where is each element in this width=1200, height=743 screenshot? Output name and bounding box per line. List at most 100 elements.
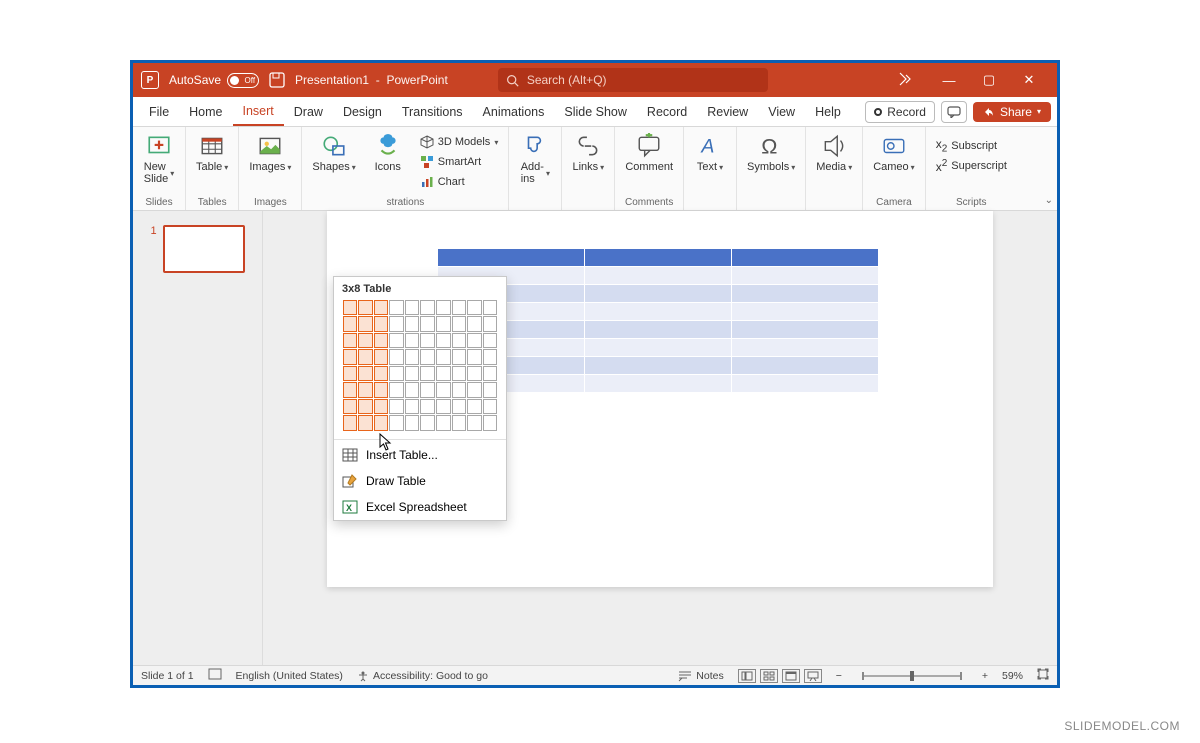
grid-cell[interactable]: [374, 300, 389, 316]
grid-cell[interactable]: [467, 399, 482, 415]
grid-cell[interactable]: [483, 300, 498, 316]
grid-cell[interactable]: [358, 349, 373, 365]
record-button[interactable]: Record: [865, 101, 935, 123]
grid-cell[interactable]: [343, 349, 358, 365]
grid-cell[interactable]: [389, 415, 404, 431]
grid-cell[interactable]: [467, 349, 482, 365]
tab-view[interactable]: View: [758, 99, 805, 125]
grid-cell[interactable]: [374, 399, 389, 415]
shapes-button[interactable]: Shapes▾: [308, 131, 359, 175]
language-indicator[interactable]: English (United States): [236, 670, 343, 682]
grid-cell[interactable]: [420, 366, 435, 382]
grid-cell[interactable]: [483, 382, 498, 398]
grid-cell[interactable]: [436, 382, 451, 398]
grid-cell[interactable]: [389, 300, 404, 316]
grid-cell[interactable]: [467, 333, 482, 349]
grid-cell[interactable]: [483, 366, 498, 382]
grid-cell[interactable]: [483, 316, 498, 332]
tab-record[interactable]: Record: [637, 99, 697, 125]
collapse-ribbon-button[interactable]: ⌄: [1045, 195, 1053, 206]
grid-cell[interactable]: [452, 349, 467, 365]
grid-cell[interactable]: [405, 333, 420, 349]
tab-insert[interactable]: Insert: [233, 98, 284, 126]
grid-cell[interactable]: [405, 349, 420, 365]
search-input[interactable]: Search (Alt+Q): [498, 68, 768, 92]
table-button[interactable]: Table▾: [192, 131, 232, 175]
grid-cell[interactable]: [467, 316, 482, 332]
grid-cell[interactable]: [343, 300, 358, 316]
grid-cell[interactable]: [358, 300, 373, 316]
save-icon[interactable]: [269, 72, 285, 88]
grid-cell[interactable]: [467, 415, 482, 431]
tab-animations[interactable]: Animations: [473, 99, 555, 125]
grid-cell[interactable]: [452, 300, 467, 316]
grid-cell[interactable]: [374, 382, 389, 398]
normal-view-button[interactable]: [738, 669, 756, 683]
maximize-button[interactable]: ▢: [969, 66, 1009, 94]
slideshow-view-button[interactable]: [804, 669, 822, 683]
new-slide-button[interactable]: New Slide▾: [139, 131, 179, 187]
grid-cell[interactable]: [436, 333, 451, 349]
grid-cell[interactable]: [343, 333, 358, 349]
grid-cell[interactable]: [467, 300, 482, 316]
grid-cell[interactable]: [405, 399, 420, 415]
cameo-button[interactable]: Cameo▾: [869, 131, 918, 175]
icons-button[interactable]: Icons: [368, 131, 408, 175]
zoom-level[interactable]: 59%: [1002, 670, 1023, 682]
grid-cell[interactable]: [374, 316, 389, 332]
grid-cell[interactable]: [405, 316, 420, 332]
symbols-button[interactable]: Ω Symbols▾: [743, 131, 799, 175]
smartart-button[interactable]: SmartArt: [416, 153, 503, 171]
grid-cell[interactable]: [420, 382, 435, 398]
grid-cell[interactable]: [452, 382, 467, 398]
minimize-button[interactable]: —: [929, 66, 969, 94]
close-button[interactable]: ✕: [1009, 66, 1049, 94]
excel-spreadsheet-menuitem[interactable]: X Excel Spreadsheet: [334, 494, 506, 520]
grid-cell[interactable]: [436, 316, 451, 332]
grid-cell[interactable]: [343, 399, 358, 415]
grid-cell[interactable]: [405, 415, 420, 431]
table-size-grid[interactable]: [334, 299, 506, 437]
grid-cell[interactable]: [420, 300, 435, 316]
grid-cell[interactable]: [358, 399, 373, 415]
grid-cell[interactable]: [374, 415, 389, 431]
fit-to-window-button[interactable]: [1037, 668, 1049, 683]
media-button[interactable]: Media▾: [812, 131, 856, 175]
tab-help[interactable]: Help: [805, 99, 851, 125]
grid-cell[interactable]: [452, 316, 467, 332]
chart-button[interactable]: Chart: [416, 173, 503, 191]
grid-cell[interactable]: [374, 349, 389, 365]
comment-button[interactable]: Comment: [621, 131, 677, 175]
grid-cell[interactable]: [420, 316, 435, 332]
images-button[interactable]: Images▾: [245, 131, 295, 175]
grid-cell[interactable]: [343, 366, 358, 382]
spellcheck-icon[interactable]: [208, 668, 222, 683]
grid-cell[interactable]: [343, 382, 358, 398]
grid-cell[interactable]: [358, 415, 373, 431]
grid-cell[interactable]: [483, 333, 498, 349]
links-button[interactable]: Links▾: [568, 131, 608, 175]
grid-cell[interactable]: [420, 333, 435, 349]
grid-cell[interactable]: [452, 333, 467, 349]
grid-cell[interactable]: [405, 382, 420, 398]
superscript-button[interactable]: x2Superscript: [932, 157, 1011, 175]
grid-cell[interactable]: [420, 349, 435, 365]
share-button[interactable]: Share ▾: [973, 102, 1051, 122]
grid-cell[interactable]: [483, 349, 498, 365]
grid-cell[interactable]: [483, 415, 498, 431]
grid-cell[interactable]: [389, 316, 404, 332]
zoom-out-button[interactable]: −: [836, 670, 842, 682]
tab-home[interactable]: Home: [179, 99, 232, 125]
grid-cell[interactable]: [405, 300, 420, 316]
grid-cell[interactable]: [358, 366, 373, 382]
tab-design[interactable]: Design: [333, 99, 392, 125]
grid-cell[interactable]: [452, 399, 467, 415]
grid-cell[interactable]: [389, 349, 404, 365]
grid-cell[interactable]: [343, 316, 358, 332]
comments-pane-button[interactable]: [941, 101, 967, 123]
grid-cell[interactable]: [374, 366, 389, 382]
grid-cell[interactable]: [358, 382, 373, 398]
tab-review[interactable]: Review: [697, 99, 758, 125]
grid-cell[interactable]: [374, 333, 389, 349]
grid-cell[interactable]: [420, 415, 435, 431]
